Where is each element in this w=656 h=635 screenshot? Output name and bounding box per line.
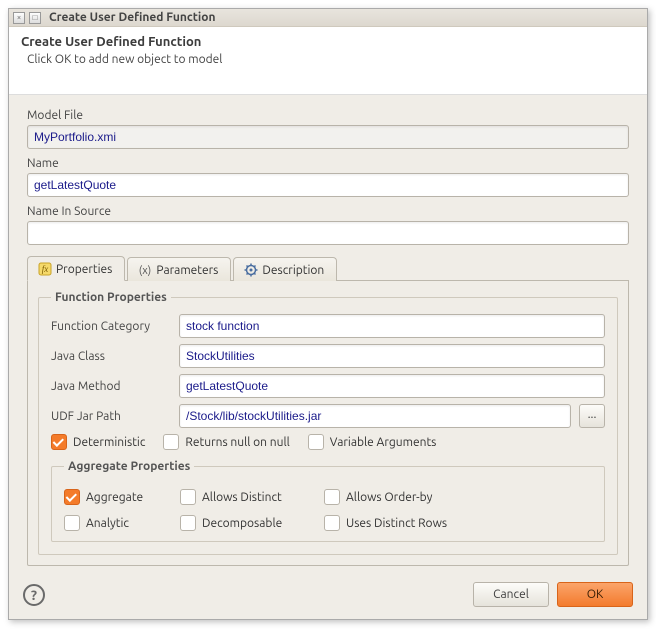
tab-parameters[interactable]: (x) Parameters — [127, 257, 231, 281]
checkbox-icon — [51, 434, 67, 450]
svg-text:fx: fx — [42, 264, 49, 274]
tabpanel-properties: Function Properties Function Category Ja… — [27, 281, 629, 566]
java-method-label: Java Method — [51, 380, 171, 393]
tab-parameters-label: Parameters — [156, 264, 218, 277]
function-icon: fx — [38, 262, 52, 276]
aggregate-checkbox[interactable]: Aggregate — [64, 489, 156, 505]
cancel-button[interactable]: Cancel — [473, 582, 549, 607]
deterministic-label: Deterministic — [73, 436, 145, 449]
browse-jar-button[interactable]: ... — [579, 404, 605, 428]
tab-description-label: Description — [262, 264, 324, 277]
uses-distinct-rows-checkbox[interactable]: Uses Distinct Rows — [324, 515, 447, 531]
checkbox-icon — [64, 489, 80, 505]
name-in-source-input[interactable] — [27, 221, 629, 245]
gear-icon — [244, 263, 258, 277]
name-in-source-label: Name In Source — [27, 205, 629, 218]
uses-distinct-rows-label: Uses Distinct Rows — [346, 517, 447, 530]
dialog-footer: ? Cancel OK — [9, 574, 647, 619]
name-input[interactable] — [27, 173, 629, 197]
tab-properties[interactable]: fx Properties — [27, 256, 125, 281]
java-class-label: Java Class — [51, 350, 171, 363]
java-method-input[interactable] — [179, 374, 605, 398]
ok-button[interactable]: OK — [557, 582, 633, 607]
decomposable-checkbox[interactable]: Decomposable — [180, 515, 300, 531]
tabbar: fx Properties (x) Parameters Description — [27, 255, 629, 281]
name-label: Name — [27, 157, 629, 170]
aggregate-properties-legend: Aggregate Properties — [64, 460, 194, 473]
help-button[interactable]: ? — [23, 584, 45, 606]
dialog-window: × □ Create User Defined Function Create … — [8, 8, 648, 620]
udf-jar-path-input[interactable] — [179, 404, 571, 428]
returns-null-label: Returns null on null — [185, 436, 289, 449]
maximize-icon[interactable]: □ — [29, 12, 41, 24]
checkbox-icon — [64, 515, 80, 531]
function-category-label: Function Category — [51, 320, 171, 333]
allows-orderby-label: Allows Order-by — [346, 491, 432, 504]
function-properties-group: Function Properties Function Category Ja… — [38, 291, 618, 555]
deterministic-checkbox[interactable]: Deterministic — [51, 434, 145, 450]
function-category-input[interactable] — [179, 314, 605, 338]
analytic-checkbox[interactable]: Analytic — [64, 515, 156, 531]
window-title: Create User Defined Function — [49, 11, 216, 24]
analytic-label: Analytic — [86, 517, 129, 530]
tab-properties-label: Properties — [56, 263, 112, 276]
varargs-label: Variable Arguments — [330, 436, 437, 449]
java-class-input[interactable] — [179, 344, 605, 368]
function-properties-legend: Function Properties — [51, 291, 171, 304]
titlebar: × □ Create User Defined Function — [9, 9, 647, 27]
checkbox-icon — [180, 489, 196, 505]
model-file-label: Model File — [27, 109, 629, 122]
varargs-checkbox[interactable]: Variable Arguments — [308, 434, 437, 450]
dialog-content: Model File Name Name In Source fx Proper… — [9, 95, 647, 574]
aggregate-properties-group: Aggregate Properties Aggregate Allows Di… — [51, 460, 605, 542]
model-file-input — [27, 125, 629, 149]
header-subtitle: Click OK to add new object to model — [27, 53, 635, 66]
returns-null-checkbox[interactable]: Returns null on null — [163, 434, 289, 450]
dialog-header: Create User Defined Function Click OK to… — [9, 27, 647, 95]
tab-description[interactable]: Description — [233, 257, 337, 281]
checkbox-icon — [180, 515, 196, 531]
checkbox-icon — [324, 489, 340, 505]
parameters-icon: (x) — [138, 263, 152, 277]
decomposable-label: Decomposable — [202, 517, 282, 530]
header-title: Create User Defined Function — [21, 35, 635, 49]
allows-distinct-checkbox[interactable]: Allows Distinct — [180, 489, 300, 505]
allows-distinct-label: Allows Distinct — [202, 491, 282, 504]
svg-text:(x): (x) — [139, 265, 152, 277]
allows-orderby-checkbox[interactable]: Allows Order-by — [324, 489, 432, 505]
aggregate-label: Aggregate — [86, 491, 143, 504]
udf-jar-path-label: UDF Jar Path — [51, 410, 171, 423]
checkbox-icon — [308, 434, 324, 450]
checkbox-icon — [163, 434, 179, 450]
checkbox-icon — [324, 515, 340, 531]
close-icon[interactable]: × — [13, 12, 25, 24]
